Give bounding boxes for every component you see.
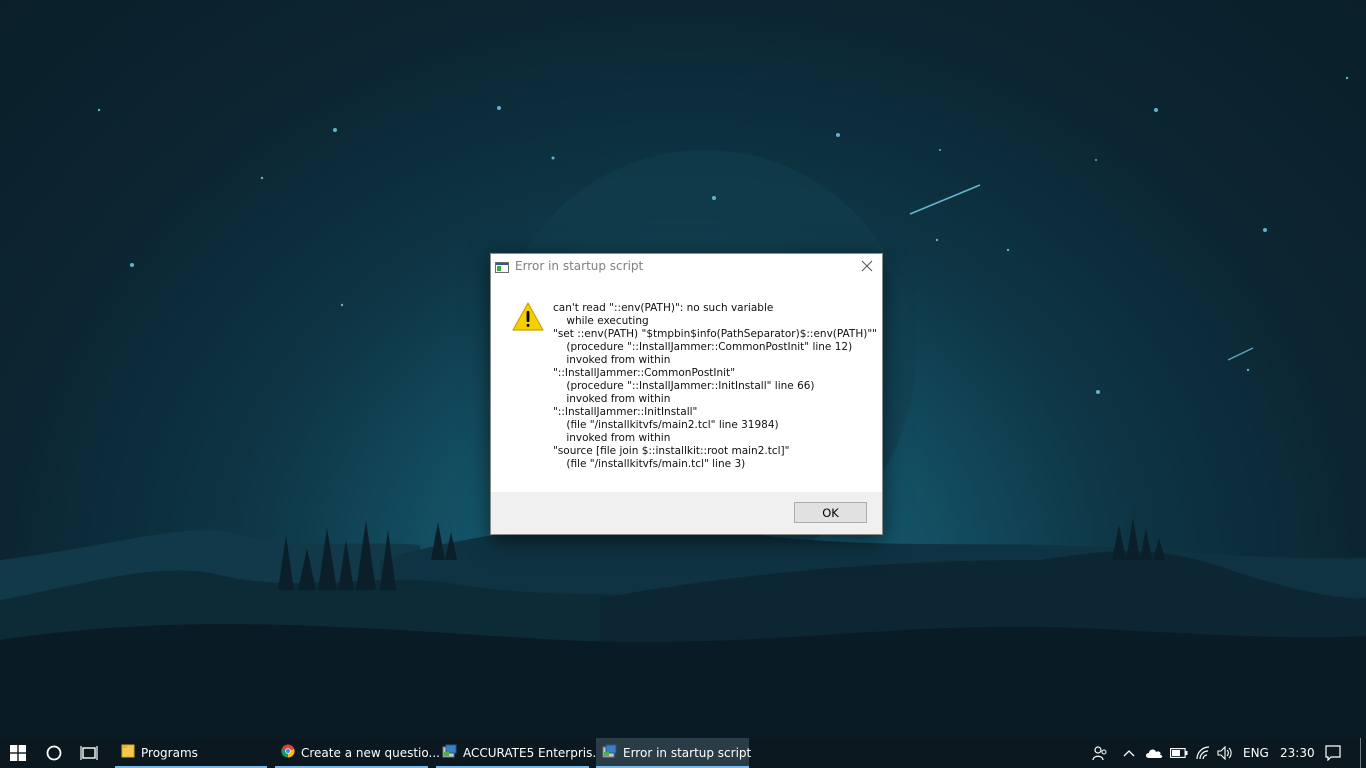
- ok-button[interactable]: OK: [794, 502, 867, 523]
- dialog-body: can't read "::env(PATH)": no such variab…: [491, 278, 882, 492]
- shooting-star: [909, 184, 981, 215]
- installer-icon: [602, 744, 617, 763]
- folder-icon: [121, 744, 135, 763]
- installer-icon: [442, 744, 457, 763]
- taskbar-app-label: ACCURATE5 Enterpris...: [463, 746, 604, 760]
- people-icon[interactable]: [1088, 738, 1112, 768]
- action-center-icon[interactable]: [1318, 738, 1348, 768]
- show-desktop-divider[interactable]: [1360, 738, 1361, 768]
- taskbar-app-accurate5[interactable]: ACCURATE5 Enterpris...: [436, 738, 604, 768]
- wifi-icon[interactable]: [1192, 738, 1214, 768]
- dialog-footer: OK: [491, 492, 882, 534]
- taskbar-app-label: Programs: [141, 746, 198, 760]
- taskbar-app-chrome[interactable]: Create a new questio...: [275, 738, 440, 768]
- task-view-icon[interactable]: [72, 738, 106, 768]
- taskbar-app-error-dialog[interactable]: Error in startup script: [596, 738, 752, 768]
- taskbar-app-label: Error in startup script: [623, 746, 752, 760]
- taskbar-app-label: Create a new questio...: [301, 746, 440, 760]
- taskbar-app-programs[interactable]: Programs: [115, 738, 267, 768]
- chrome-icon: [281, 744, 295, 763]
- warning-icon: [511, 301, 545, 333]
- dialog-titlebar[interactable]: Error in startup script: [491, 254, 882, 278]
- dialog-title: Error in startup script: [515, 259, 644, 273]
- volume-icon[interactable]: [1214, 738, 1236, 768]
- error-message: can't read "::env(PATH)": no such variab…: [553, 302, 877, 470]
- taskbar: Programs Create a new questio... ACCURAT…: [0, 738, 1366, 768]
- battery-icon[interactable]: [1168, 738, 1190, 768]
- language-indicator[interactable]: ENG: [1243, 738, 1269, 768]
- onedrive-icon[interactable]: [1142, 738, 1166, 768]
- app-window-icon: [495, 260, 509, 273]
- clock[interactable]: 23:30: [1280, 738, 1315, 768]
- windows-logo-icon[interactable]: [0, 738, 36, 768]
- close-icon[interactable]: [852, 254, 882, 278]
- cortana-circle-icon[interactable]: [37, 738, 71, 768]
- chevron-up-icon[interactable]: [1118, 738, 1140, 768]
- shooting-star: [1227, 347, 1254, 361]
- error-dialog: Error in startup script can't read "::en…: [490, 253, 883, 535]
